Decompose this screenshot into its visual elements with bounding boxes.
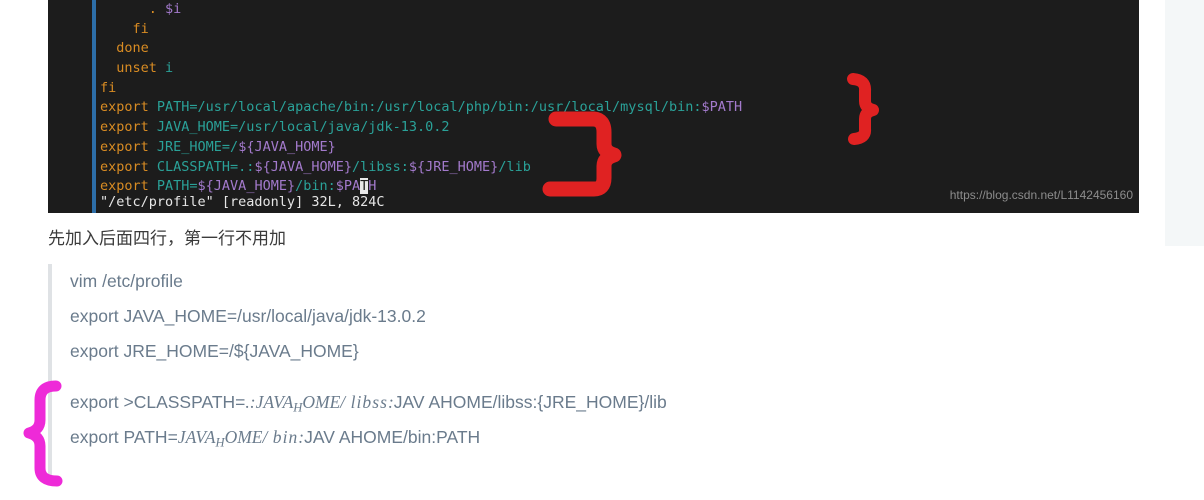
terminal-text-area: . $i fi done unset i fi export PATH=/usr/l… [100,0,1139,197]
terminal-token: JAVA_HOME=/usr/local/java/jdk-13.0.2 [156,119,450,136]
blockquote-spacer [70,369,1148,385]
terminal-token: PATH= [156,178,198,195]
terminal-token: H [368,178,377,195]
terminal-token: unset [116,60,166,77]
terminal-token: done [116,40,149,57]
command-prefix: export >CLASSPATH= [70,392,246,412]
blockquote-line: export PATH=JAVAHOME/ bin:JAV AHOME/bin:… [70,420,1148,455]
terminal-token: fi [100,79,117,96]
command-suffix: JAV AHOME/bin:PATH [304,427,481,447]
math-fragment: JAVAHOME/ bin: [177,427,305,450]
terminal-token: ${JAVA_HOME} [254,158,352,175]
terminal-token: ${JAVA_HOME} [238,138,336,155]
page-root: . $i fi done unset i fi export PATH=/usr/l… [0,0,1204,500]
terminal-line: . $i [100,0,1139,20]
terminal-token: fi [132,20,149,37]
vim-status-line: "/etc/profile" [readonly] 32L, 824C [100,194,385,210]
blockquote-line: export JRE_HOME=/${JAVA_HOME} [70,341,359,361]
terminal-token: $i [165,1,182,17]
terminal-line: export JRE_HOME=/${JAVA_HOME} [100,138,1139,158]
terminal-token: /libss: [352,158,409,175]
terminal-token: export [100,178,157,195]
terminal-token: ${JAVA_HOME} [197,178,296,195]
right-sidebar-rail [1165,0,1204,246]
blockquote-line: export >CLASSPATH=.:JAVAHOME/ libss:JAV … [70,385,1148,420]
terminal-token: ${JRE_HOME} [408,158,499,175]
blockquote-line: export JAVA_HOME=/usr/local/java/jdk-13.… [70,306,426,326]
terminal-line: fi [100,79,1139,99]
blockquote-commands: vim /etc/profile export JAVA_HOME=/usr/lo… [48,264,1148,484]
terminal-line: export JAVA_HOME=/usr/local/java/jdk-13.… [100,118,1139,138]
terminal-token: export [100,138,157,155]
terminal-token: JRE_HOME=/ [156,138,239,155]
terminal-token: $PA [335,178,361,195]
terminal-token: PATH=/usr/local/apache/bin:/usr/local/ph… [156,99,702,116]
caption-text: 先加入后面四行，第一行不用加 [48,229,286,249]
article-content: . $i fi done unset i fi export PATH=/usr/l… [0,0,1165,500]
terminal-line: export CLASSPATH=.:${JAVA_HOME}/libss:${… [100,158,1139,178]
terminal-token: . [148,1,166,17]
terminal-token: export [100,158,157,175]
terminal-line: export PATH=/usr/local/apache/bin:/usr/l… [100,98,1139,118]
watermark-url: https://blog.csdn.net/L1142456160 [949,188,1133,202]
terminal-screenshot: . $i fi done unset i fi export PATH=/usr/l… [48,0,1139,213]
terminal-token: /lib [498,158,531,175]
terminal-scrollbar[interactable] [92,0,96,213]
terminal-line: unset i [100,59,1139,79]
command-prefix: export PATH= [70,427,178,447]
math-fragment: .:JAVAHOME/ libss: [245,392,394,415]
command-suffix: JAV AHOME/libss:{JRE_HOME}/lib [393,392,667,412]
terminal-token: i [165,60,174,77]
terminal-token: export [100,119,157,136]
terminal-token: CLASSPATH=.: [156,158,255,175]
terminal-token: export [100,99,157,116]
blockquote-line: vim /etc/profile [70,271,183,291]
terminal-line: fi [100,20,1139,40]
terminal-line: done [100,39,1139,59]
terminal-token: $PATH [701,99,743,116]
terminal-token: /bin: [295,178,336,195]
